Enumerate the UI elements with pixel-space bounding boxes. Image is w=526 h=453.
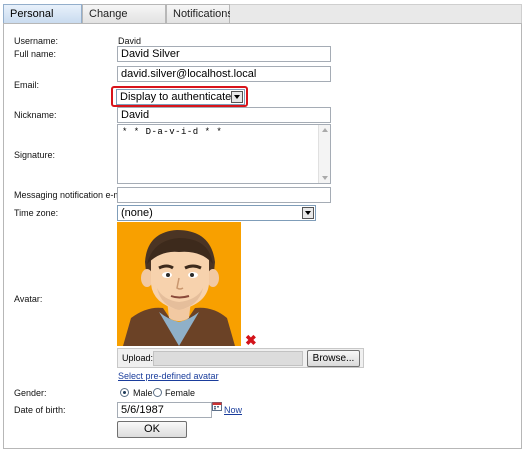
tab-strip: Personal settings Change password Notifi… (3, 4, 522, 39)
gender-male-label[interactable]: Male (133, 388, 153, 398)
full-name-label: Full name: (14, 49, 57, 59)
nickname-field[interactable]: David (117, 107, 331, 123)
scroll-down-icon (322, 176, 328, 180)
chevron-down-icon (302, 207, 314, 219)
time-zone-value: (none) (121, 207, 153, 219)
avatar-image (117, 222, 241, 346)
date-of-birth-label: Date of birth: (14, 405, 66, 415)
email-visibility-select[interactable]: Display to authenticated (116, 89, 245, 105)
date-of-birth-field[interactable]: 5/6/1987 (117, 402, 212, 418)
browse-button[interactable]: Browse... (307, 350, 360, 367)
time-zone-select[interactable]: (none) (117, 205, 316, 221)
chevron-down-icon (231, 91, 243, 103)
avatar-label: Avatar: (14, 294, 43, 304)
upload-label: Upload: (122, 353, 154, 363)
gender-label: Gender: (14, 388, 47, 398)
remove-x-icon[interactable]: ✖ (245, 333, 257, 347)
signature-scrollbar[interactable] (318, 125, 330, 183)
gender-female-label[interactable]: Female (165, 388, 195, 398)
calendar-icon[interactable] (212, 401, 223, 412)
full-name-field[interactable]: David Silver (117, 46, 331, 62)
upload-row: Upload: Browse... (117, 348, 364, 368)
time-zone-label: Time zone: (14, 208, 59, 218)
ok-button[interactable]: OK (117, 421, 187, 438)
email-label: Email: (14, 80, 40, 90)
tab-strip-fill (230, 4, 522, 24)
avatar-illustration (117, 222, 241, 346)
signature-text: * * D-a-v-i-d * * (122, 127, 223, 137)
messaging-email-field[interactable] (117, 187, 331, 203)
email-visibility-value: Display to authenticated (120, 91, 238, 103)
upload-file-field[interactable] (153, 351, 303, 366)
scroll-up-icon (322, 128, 328, 132)
messaging-email-label: Messaging notification e-mail: (14, 190, 133, 200)
settings-panel (3, 23, 522, 449)
username-label: Username: (14, 36, 59, 46)
gender-male-radio[interactable] (120, 388, 129, 397)
signature-label: Signature: (14, 150, 56, 160)
tab-personal-settings[interactable]: Personal settings (3, 4, 82, 39)
select-predefined-avatar-link[interactable]: Select pre-defined avatar (118, 371, 219, 381)
tab-notifications[interactable]: Notifications (166, 4, 233, 24)
tab-change-password[interactable]: Change password (82, 4, 166, 39)
now-link[interactable]: Now (224, 405, 242, 415)
gender-female-radio[interactable] (153, 388, 162, 397)
email-field[interactable]: david.silver@localhost.local (117, 66, 331, 82)
signature-textarea[interactable]: * * D-a-v-i-d * * (117, 124, 331, 184)
username-value: David (118, 36, 142, 46)
nickname-label: Nickname: (14, 110, 57, 120)
